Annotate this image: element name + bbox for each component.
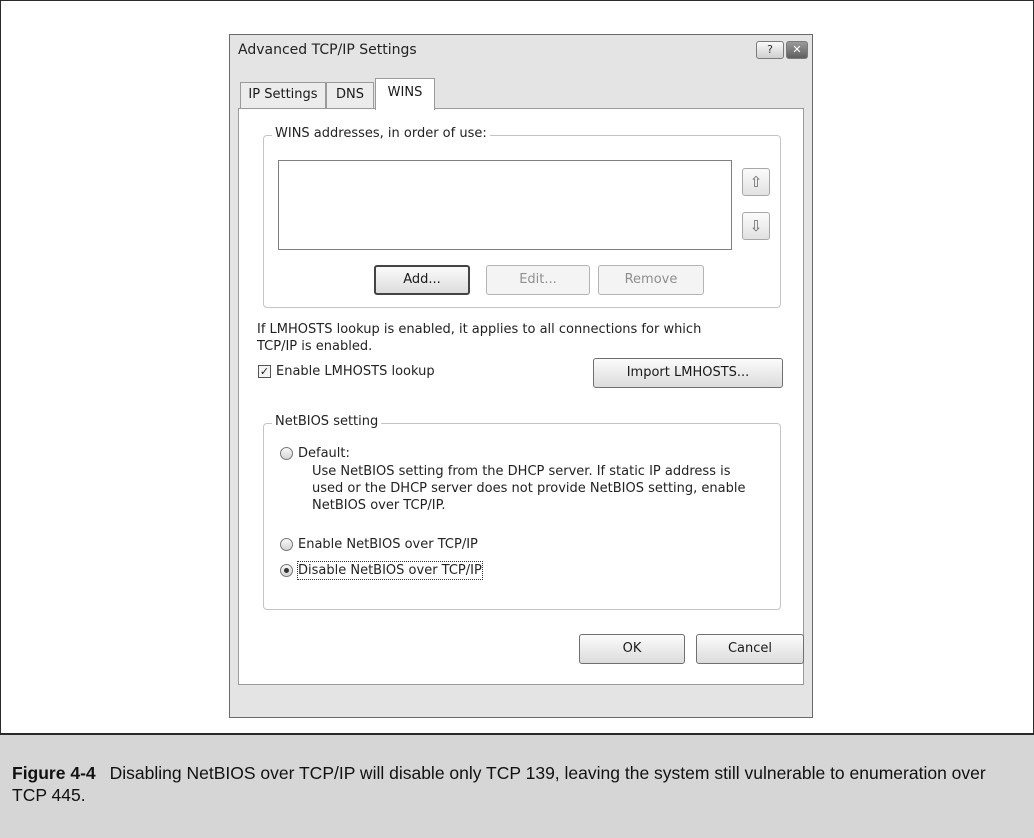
arrow-up-icon: ⇧ xyxy=(749,173,763,191)
ok-button[interactable]: OK xyxy=(579,634,685,664)
figure-number: Figure 4-4 xyxy=(12,763,96,783)
figure-caption: Figure 4-4 Disabling NetBIOS over TCP/IP … xyxy=(12,762,1012,806)
move-up-button[interactable]: ⇧ xyxy=(742,168,770,196)
move-down-button[interactable]: ⇩ xyxy=(742,212,770,240)
tab-wins[interactable]: WINS xyxy=(375,78,435,110)
remove-button[interactable]: Remove xyxy=(598,265,704,295)
netbios-setting-group: NetBIOS setting Default: Use NetBIOS set… xyxy=(263,414,781,610)
import-lmhosts-button[interactable]: Import LMHOSTS... xyxy=(593,358,783,388)
radio-disable-netbios[interactable] xyxy=(280,564,293,577)
radio-disable-netbios-label[interactable]: Disable NetBIOS over TCP/IP xyxy=(297,561,483,580)
checkmark-icon: ✓ xyxy=(259,365,270,378)
enable-lmhosts-checkbox[interactable]: ✓ xyxy=(258,365,271,378)
advanced-tcpip-dialog: Advanced TCP/IP Settings ? ✕ IP Settings… xyxy=(229,34,813,718)
cancel-button[interactable]: Cancel xyxy=(696,634,804,664)
arrow-down-icon: ⇩ xyxy=(749,217,763,235)
wins-tab-panel: WINS addresses, in order of use: ⇧ ⇩ Add… xyxy=(238,108,804,685)
netbios-setting-label: NetBIOS setting xyxy=(272,414,382,429)
wins-addresses-group: WINS addresses, in order of use: ⇧ ⇩ Add… xyxy=(263,126,781,308)
edit-button[interactable]: Edit... xyxy=(486,265,590,295)
figure-caption-box: Figure 4-4 Disabling NetBIOS over TCP/IP … xyxy=(0,735,1034,838)
radio-default[interactable] xyxy=(280,447,293,460)
dialog-title: Advanced TCP/IP Settings xyxy=(238,42,417,58)
wins-addresses-label: WINS addresses, in order of use: xyxy=(272,126,490,141)
help-button[interactable]: ? xyxy=(756,41,784,59)
radio-default-label[interactable]: Default: xyxy=(298,445,350,462)
enable-lmhosts-label[interactable]: Enable LMHOSTS lookup xyxy=(276,363,435,380)
wins-addresses-list[interactable] xyxy=(278,160,732,250)
lmhosts-info-text: If LMHOSTS lookup is enabled, it applies… xyxy=(257,322,702,354)
radio-default-description: Use NetBIOS setting from the DHCP server… xyxy=(312,464,746,513)
add-button[interactable]: Add... xyxy=(374,265,470,295)
figure-caption-text: Disabling NetBIOS over TCP/IP will disab… xyxy=(12,763,986,805)
radio-enable-netbios[interactable] xyxy=(280,538,293,551)
radio-enable-netbios-label[interactable]: Enable NetBIOS over TCP/IP xyxy=(298,536,478,553)
tab-ip-settings[interactable]: IP Settings xyxy=(240,82,326,108)
tab-dns[interactable]: DNS xyxy=(326,82,374,108)
close-button[interactable]: ✕ xyxy=(786,41,808,59)
